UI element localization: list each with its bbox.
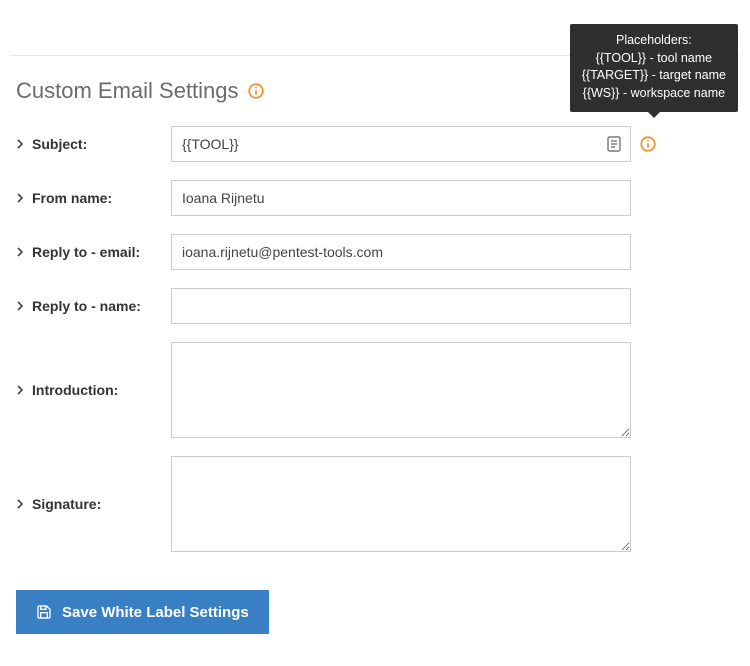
reply-to-email-input[interactable] [171, 234, 631, 270]
label-reply-to-name: Reply to - name: [16, 298, 171, 314]
signature-textarea[interactable] [171, 456, 631, 552]
placeholders-tooltip: Placeholders: {{TOOL}} - tool name {{TAR… [570, 24, 738, 112]
info-icon[interactable] [247, 82, 265, 100]
row-subject: Subject: [16, 126, 734, 162]
chevron-right-icon [16, 247, 24, 257]
label-signature: Signature: [16, 496, 171, 512]
chevron-right-icon [16, 139, 24, 149]
tooltip-line: {{WS}} - workspace name [582, 85, 726, 103]
row-reply-to-name: Reply to - name: [16, 288, 734, 324]
row-introduction: Introduction: [16, 342, 734, 438]
reply-to-name-input[interactable] [171, 288, 631, 324]
page-title: Custom Email Settings [16, 78, 239, 104]
info-icon[interactable] [639, 135, 657, 153]
label-reply-to-email: Reply to - email: [16, 244, 171, 260]
label-introduction: Introduction: [16, 382, 171, 398]
introduction-textarea[interactable] [171, 342, 631, 438]
chevron-right-icon [16, 499, 24, 509]
tooltip-line: {{TARGET}} - target name [582, 67, 726, 85]
save-icon [36, 604, 52, 620]
tooltip-title: Placeholders: [582, 32, 726, 50]
row-from-name: From name: [16, 180, 734, 216]
label-from-name: From name: [16, 190, 171, 206]
row-signature: Signature: [16, 456, 734, 552]
chevron-right-icon [16, 385, 24, 395]
from-name-input[interactable] [171, 180, 631, 216]
label-subject: Subject: [16, 136, 171, 152]
chevron-right-icon [16, 193, 24, 203]
save-button-label: Save White Label Settings [62, 604, 249, 621]
chevron-right-icon [16, 301, 24, 311]
subject-input[interactable] [171, 126, 631, 162]
tooltip-line: {{TOOL}} - tool name [582, 50, 726, 68]
save-white-label-settings-button[interactable]: Save White Label Settings [16, 590, 269, 634]
row-reply-to-email: Reply to - email: [16, 234, 734, 270]
template-helper-icon[interactable] [607, 136, 621, 152]
